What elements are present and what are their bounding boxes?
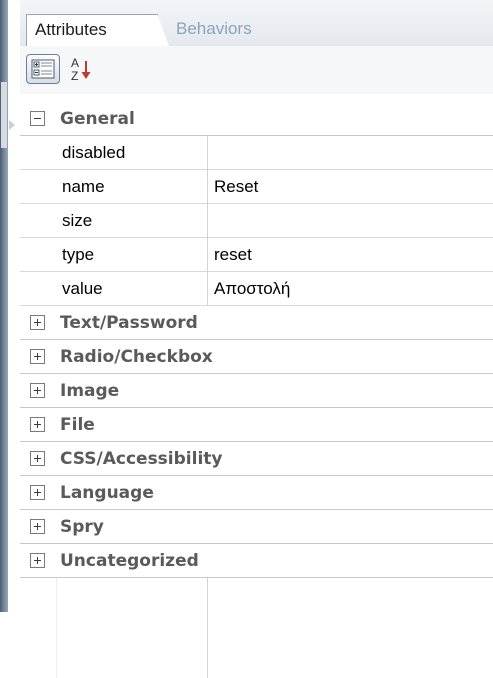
group-label: Text/Password xyxy=(60,313,198,333)
group-row-general[interactable]: General xyxy=(20,102,493,136)
inspector-toolbar: A Z xyxy=(20,46,493,94)
group-row-spry[interactable]: Spry xyxy=(20,510,493,544)
group-label: Image xyxy=(60,381,120,401)
property-value[interactable]: reset xyxy=(208,238,493,272)
group-label: Spry xyxy=(60,517,104,537)
expand-icon[interactable] xyxy=(30,349,45,364)
property-row[interactable]: type reset xyxy=(20,238,493,272)
expand-icon[interactable] xyxy=(30,451,45,466)
group-row-image[interactable]: Image xyxy=(20,374,493,408)
group-label: Radio/Checkbox xyxy=(60,347,213,367)
collapse-grip[interactable] xyxy=(1,82,7,148)
property-row[interactable]: size xyxy=(20,204,493,238)
property-row[interactable]: value Αποστολή xyxy=(20,272,493,306)
property-row[interactable]: name Reset xyxy=(20,170,493,204)
property-value[interactable] xyxy=(208,136,493,170)
property-name: size xyxy=(57,204,208,238)
property-value[interactable] xyxy=(208,204,493,238)
group-label: General xyxy=(60,109,135,129)
expand-icon[interactable] xyxy=(30,315,45,330)
property-name: type xyxy=(57,238,208,272)
expand-icon[interactable] xyxy=(30,417,45,432)
tag-inspector-panel: Attributes Behaviors A Z General disable… xyxy=(0,0,493,678)
group-row-file[interactable]: File xyxy=(20,408,493,442)
property-name: disabled xyxy=(57,136,208,170)
tab-bar: Attributes Behaviors xyxy=(20,0,493,46)
expand-icon[interactable] xyxy=(30,553,45,568)
group-label: CSS/Accessibility xyxy=(60,449,223,469)
property-value[interactable]: Reset xyxy=(208,170,493,204)
property-value[interactable]: Αποστολή xyxy=(208,272,493,306)
collapse-icon[interactable] xyxy=(30,111,45,126)
sort-alphabetical-button[interactable]: A Z xyxy=(64,54,98,84)
sort-glyph-z: Z xyxy=(71,69,78,83)
group-row-language[interactable]: Language xyxy=(20,476,493,510)
panel-dock-strip[interactable] xyxy=(0,0,8,612)
group-label: Language xyxy=(60,483,154,503)
grid-empty-area xyxy=(20,578,493,678)
expand-icon[interactable] xyxy=(30,519,45,534)
group-label: Uncategorized xyxy=(60,551,199,571)
property-name: name xyxy=(57,170,208,204)
category-list-icon xyxy=(31,59,55,79)
group-label: File xyxy=(60,415,95,435)
property-grid: General disabled name Reset size type re… xyxy=(20,102,493,678)
tab-attributes[interactable]: Attributes xyxy=(26,14,169,46)
category-view-button[interactable] xyxy=(26,54,60,84)
tab-behaviors[interactable]: Behaviors xyxy=(176,14,252,46)
group-row-uncategorized[interactable]: Uncategorized xyxy=(20,544,493,578)
group-row-css-accessibility[interactable]: CSS/Accessibility xyxy=(20,442,493,476)
expand-icon[interactable] xyxy=(30,485,45,500)
property-name: value xyxy=(57,272,208,306)
indent-divider xyxy=(56,578,57,678)
collapse-arrow-icon[interactable] xyxy=(9,120,15,130)
sort-glyph-a: A xyxy=(71,56,79,70)
group-row-text-password[interactable]: Text/Password xyxy=(20,306,493,340)
expand-icon[interactable] xyxy=(30,383,45,398)
group-row-radio-checkbox[interactable]: Radio/Checkbox xyxy=(20,340,493,374)
sort-az-icon: A Z xyxy=(71,56,91,83)
property-row[interactable]: disabled xyxy=(20,136,493,170)
column-divider[interactable] xyxy=(207,578,208,678)
